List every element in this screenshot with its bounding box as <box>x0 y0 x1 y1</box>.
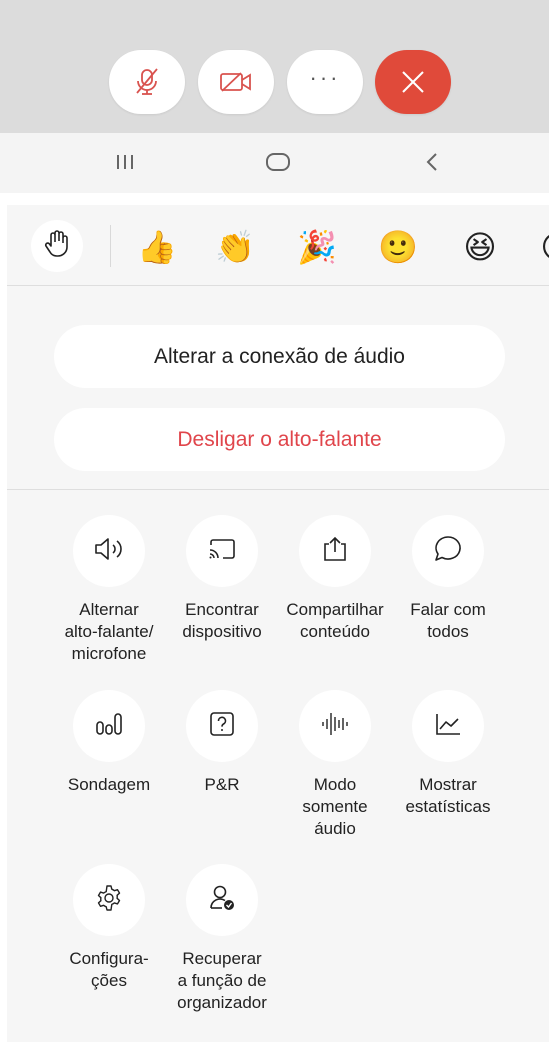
reclaim-host-option[interactable]: Recuperar a função de organizador <box>166 864 278 1014</box>
option-label: Compartilhar conteúdo <box>286 600 384 641</box>
recents-icon <box>113 152 137 177</box>
option-circle <box>186 515 258 587</box>
option-label: Recuperar a função de organizador <box>177 949 267 1012</box>
option-circle <box>73 515 145 587</box>
settings-option[interactable]: Configura- ções <box>53 864 165 992</box>
gear-icon <box>94 883 124 918</box>
speaker-off-button[interactable]: Desligar o alto-falante <box>54 408 505 471</box>
option-circle <box>186 864 258 936</box>
system-nav-bar <box>0 133 549 193</box>
cast-icon <box>207 537 237 566</box>
reactions-divider <box>110 225 111 267</box>
more-icon: ··· <box>309 65 341 90</box>
partial-emoji-icon[interactable]: 😮 <box>535 225 549 269</box>
video-button[interactable] <box>198 50 274 114</box>
recents-button[interactable] <box>105 149 145 179</box>
section-divider <box>7 285 549 286</box>
chat-everyone-option[interactable]: Falar com todos <box>392 515 504 643</box>
smile-icon[interactable]: 🙂 <box>376 225 420 269</box>
change-audio-connection-button[interactable]: Alterar a conexão de áudio <box>54 325 505 388</box>
laughing-icon[interactable]: 😆 <box>458 225 502 269</box>
share-icon <box>320 535 350 568</box>
option-circle <box>299 515 371 587</box>
option-label: Falar com todos <box>410 600 486 641</box>
reactions-bar: 👍 👏 🎉 🙂 😆 😮 <box>7 205 549 285</box>
option-circle <box>73 864 145 936</box>
question-icon <box>208 710 236 743</box>
section-divider <box>7 489 549 490</box>
option-label: Configura- ções <box>69 949 149 990</box>
more-button[interactable]: ··· <box>287 50 363 114</box>
back-icon <box>424 151 440 178</box>
poll-icon <box>94 711 124 742</box>
option-label: Sondagem <box>67 775 151 794</box>
home-button[interactable] <box>258 149 298 179</box>
audio-only-option[interactable]: Modo somente áudio <box>279 690 391 840</box>
close-icon <box>400 69 426 95</box>
call-controls-bar: ··· <box>0 0 549 133</box>
option-circle <box>299 690 371 762</box>
audio-wave-icon <box>319 710 351 743</box>
stats-icon <box>433 711 463 742</box>
home-icon <box>264 151 292 178</box>
party-popper-icon[interactable]: 🎉 <box>295 225 339 269</box>
user-check-icon <box>207 883 237 918</box>
option-circle <box>412 515 484 587</box>
end-call-button[interactable] <box>375 50 451 114</box>
share-content-option[interactable]: Compartilhar conteúdo <box>279 515 391 643</box>
find-device-option[interactable]: Encontrar dispositivo <box>166 515 278 643</box>
option-circle <box>186 690 258 762</box>
switch-speaker-option[interactable]: Alternar alto-falante/ microfone <box>53 515 165 665</box>
option-circle <box>73 690 145 762</box>
mute-button[interactable] <box>109 50 185 114</box>
speaker-icon <box>92 535 126 568</box>
raise-hand-icon <box>43 229 71 264</box>
meeting-options-sheet: 👍 👏 🎉 🙂 😆 😮 Alterar a conexão de áudio D… <box>7 205 549 1042</box>
show-stats-option[interactable]: Mostrar estatísticas <box>392 690 504 818</box>
option-label: Alternar alto-falante/ microfone <box>64 600 154 663</box>
separator <box>0 193 549 205</box>
thumbs-up-icon[interactable]: 👍 <box>135 225 179 269</box>
option-label: Encontrar dispositivo <box>182 600 262 641</box>
clapping-icon[interactable]: 👏 <box>213 225 257 269</box>
qa-option[interactable]: P&R <box>166 690 278 796</box>
option-label: Mostrar estatísticas <box>405 775 491 816</box>
option-circle <box>412 690 484 762</box>
polling-option[interactable]: Sondagem <box>53 690 165 796</box>
option-label: Modo somente áudio <box>302 775 368 838</box>
back-button[interactable] <box>412 149 452 179</box>
chat-icon <box>432 534 464 569</box>
mic-off-icon <box>133 67 161 97</box>
option-label: P&R <box>204 775 240 794</box>
raise-hand-button[interactable] <box>31 220 83 272</box>
video-off-icon <box>219 71 253 93</box>
